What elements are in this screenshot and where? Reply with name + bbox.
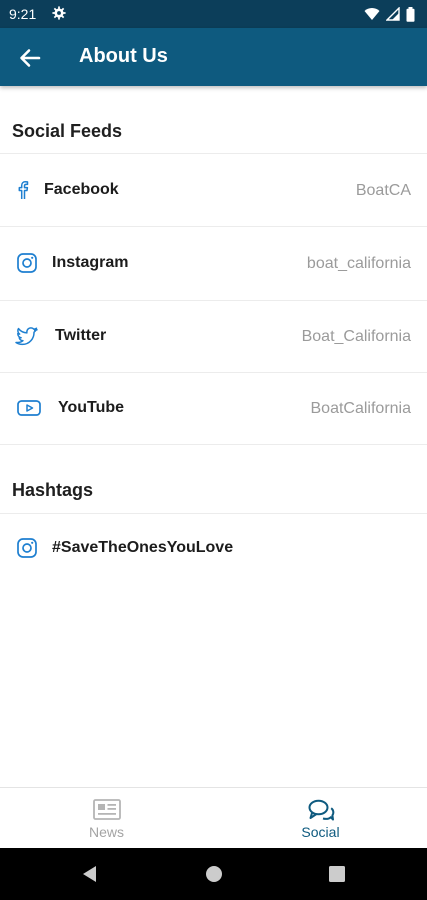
home-circle-icon[interactable] xyxy=(204,864,224,884)
bottom-nav: News Social xyxy=(0,787,427,849)
nav-tab-news[interactable]: News xyxy=(0,788,213,849)
instagram-icon xyxy=(17,538,37,558)
system-nav-bar xyxy=(0,848,427,900)
nav-label-social: Social xyxy=(301,824,340,840)
social-label-youtube: YouTube xyxy=(58,399,125,416)
divider xyxy=(0,444,427,445)
nav-tab-social[interactable]: Social xyxy=(214,788,427,849)
social-row-twitter[interactable]: Twitter Boat_California xyxy=(0,301,427,373)
back-triangle-icon[interactable] xyxy=(80,864,100,884)
recents-square-icon[interactable] xyxy=(327,864,347,884)
status-icons xyxy=(364,6,415,22)
nav-label-news: News xyxy=(88,824,124,840)
social-value-instagram: boat_california xyxy=(306,255,411,272)
social-row-instagram[interactable]: Instagram boat_california xyxy=(0,227,427,299)
hashtag-label: #SaveTheOnesYouLove xyxy=(52,539,234,556)
social-label-facebook: Facebook xyxy=(44,181,119,198)
social-label-instagram: Instagram xyxy=(52,254,129,271)
wifi-icon xyxy=(364,8,380,20)
instagram-icon xyxy=(17,253,37,273)
back-button[interactable] xyxy=(14,42,46,74)
social-value-facebook: BoatCA xyxy=(355,182,411,199)
social-row-facebook[interactable]: Facebook BoatCA xyxy=(0,154,427,226)
facebook-icon xyxy=(18,181,29,199)
social-label-twitter: Twitter xyxy=(55,327,107,344)
status-bar: 9:21 xyxy=(0,0,427,28)
gear-icon xyxy=(52,6,66,20)
social-row-youtube[interactable]: YouTube BoatCalifornia xyxy=(0,373,427,445)
social-value-youtube: BoatCalifornia xyxy=(310,400,412,417)
section-heading-social-feeds: Social Feeds xyxy=(12,121,123,141)
app-bar: About Us xyxy=(0,28,427,86)
arrow-back-icon xyxy=(20,49,41,67)
newspaper-icon xyxy=(92,799,121,820)
signal-icon xyxy=(386,7,400,21)
status-time: 9:21 xyxy=(9,6,37,22)
chat-bubbles-icon xyxy=(308,799,334,821)
section-heading-hashtags: Hashtags xyxy=(12,480,94,500)
battery-icon xyxy=(406,6,415,22)
social-value-twitter: Boat_California xyxy=(301,328,411,345)
twitter-icon xyxy=(15,327,38,346)
hashtag-row[interactable]: #SaveTheOnesYouLove xyxy=(0,514,427,582)
page-title: About Us xyxy=(79,45,168,67)
youtube-icon xyxy=(17,400,41,416)
